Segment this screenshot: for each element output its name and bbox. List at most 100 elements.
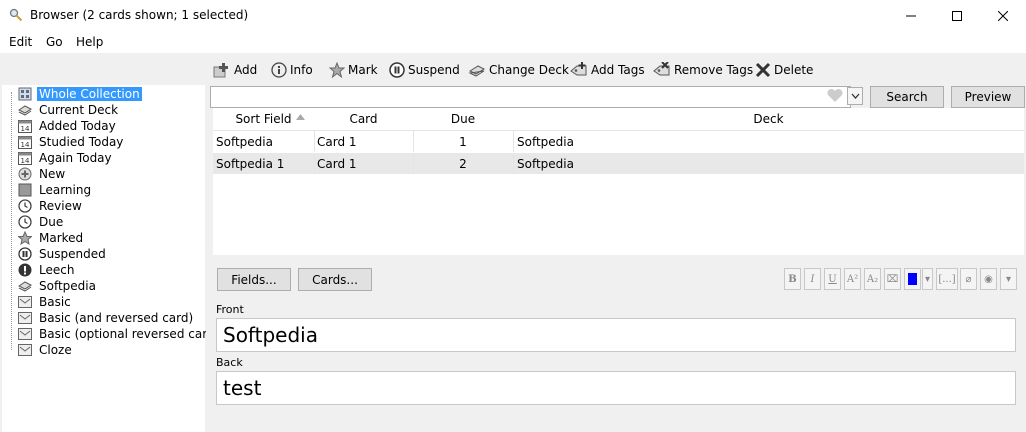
sidebar-item[interactable]: Review xyxy=(18,198,84,214)
sidebar-item[interactable]: Cloze xyxy=(18,342,74,358)
remove-tags-button[interactable]: Remove Tags xyxy=(653,61,753,79)
star-icon xyxy=(329,62,345,78)
close-button[interactable] xyxy=(980,0,1026,31)
sidebar-item[interactable]: New xyxy=(18,166,67,182)
more-options-icon[interactable]: ▾ xyxy=(1000,268,1017,290)
sidebar-item-label: Whole Collection xyxy=(37,87,142,101)
cell-sort-field: Softpedia xyxy=(216,131,315,152)
underline-icon[interactable]: U xyxy=(824,268,841,290)
collection-icon xyxy=(18,87,32,101)
svg-text:14: 14 xyxy=(21,141,30,149)
learning-icon xyxy=(18,183,32,197)
text-color-icon[interactable] xyxy=(904,268,921,290)
sidebar-item-label: Studied Today xyxy=(39,135,124,149)
back-field[interactable]: test xyxy=(216,371,1016,405)
sidebar-item[interactable]: Basic (and reversed card) xyxy=(18,310,195,326)
mark-button[interactable]: Mark xyxy=(329,61,378,79)
column-header-label: Card xyxy=(349,112,378,126)
magnifier-app-icon xyxy=(9,8,23,22)
add-tags-button[interactable]: Add Tags xyxy=(570,61,645,79)
sidebar-item[interactable]: Whole Collection xyxy=(18,86,142,102)
suspend-label: Suspend xyxy=(408,63,460,77)
color-dropdown-icon[interactable]: ▾ xyxy=(922,268,933,290)
sidebar-item[interactable]: 14 Studied Today xyxy=(18,134,125,150)
table-row[interactable]: Softpedia 1 Card 1 2 Softpedia xyxy=(213,153,1024,174)
mark-label: Mark xyxy=(348,63,378,77)
pause-icon xyxy=(389,62,405,78)
preview-button[interactable]: Preview xyxy=(951,86,1025,108)
column-header-deck[interactable]: Deck xyxy=(513,108,1024,131)
maximize-button[interactable] xyxy=(934,0,980,31)
add-button[interactable]: Add xyxy=(213,61,257,79)
cell-deck: Softpedia xyxy=(517,156,574,171)
info-label: Info xyxy=(290,63,313,77)
sidebar-item[interactable]: 14 Again Today xyxy=(18,150,114,166)
table-row[interactable]: Softpedia Card 1 1 Softpedia xyxy=(213,131,1024,152)
sidebar-item[interactable]: Due xyxy=(18,214,65,230)
front-field[interactable]: Softpedia xyxy=(216,318,1016,352)
menu-bar: Edit Go Help xyxy=(0,31,1026,53)
tree-connector xyxy=(11,92,12,350)
toolbar: Add Info Mark Suspend Change Deck Add Ta… xyxy=(0,53,1026,85)
sidebar-item[interactable]: Current Deck xyxy=(18,102,120,118)
sidebar-item[interactable]: Basic (optional reversed card) xyxy=(18,326,221,342)
sidebar-item[interactable]: Leech xyxy=(18,262,76,278)
cell-due: 2 xyxy=(413,153,514,174)
svg-text:14: 14 xyxy=(21,157,30,165)
pause-icon xyxy=(18,247,32,261)
menu-go[interactable]: Go xyxy=(46,35,63,49)
cloze-icon[interactable]: [...] xyxy=(936,268,958,290)
search-history-dropdown[interactable] xyxy=(847,87,863,105)
search-input[interactable] xyxy=(210,86,851,108)
superscript-icon[interactable]: A² xyxy=(844,268,861,290)
cards-button[interactable]: Cards... xyxy=(298,268,372,291)
front-label: Front xyxy=(216,303,244,316)
deck-icon xyxy=(18,279,32,293)
card-table: Sort Field Card Due Deck Softpedia Card … xyxy=(213,108,1024,255)
menu-edit[interactable]: Edit xyxy=(9,35,32,49)
sidebar-item-label: Leech xyxy=(39,263,75,277)
delete-button[interactable]: Delete xyxy=(755,61,813,79)
suspend-button[interactable]: Suspend xyxy=(389,61,460,79)
subscript-icon[interactable]: A₂ xyxy=(864,268,881,290)
italic-icon[interactable]: I xyxy=(804,268,821,290)
remove-tags-label: Remove Tags xyxy=(674,63,754,77)
column-header-label: Sort Field xyxy=(235,112,292,126)
sidebar-item-label: Marked xyxy=(39,231,84,245)
cell-sort-field: Softpedia 1 xyxy=(216,153,315,174)
cell-card: Card 1 xyxy=(317,131,414,152)
menu-help[interactable]: Help xyxy=(76,35,103,49)
clock-icon xyxy=(18,215,32,229)
sidebar-item-label: Added Today xyxy=(39,119,116,133)
add-tags-icon xyxy=(570,62,587,76)
column-header-due[interactable]: Due xyxy=(413,108,514,131)
column-header-card[interactable]: Card xyxy=(314,108,414,131)
sidebar-item[interactable]: Basic xyxy=(18,294,73,310)
add-label: Add xyxy=(234,63,258,77)
bold-icon[interactable]: B xyxy=(784,268,801,290)
sidebar-item[interactable]: Marked xyxy=(17,230,85,246)
sidebar-item[interactable]: Softpedia xyxy=(18,278,98,294)
heart-icon[interactable] xyxy=(826,88,844,103)
search-button[interactable]: Search xyxy=(870,86,944,108)
info-button[interactable]: Info xyxy=(271,61,313,79)
sidebar-item[interactable]: Learning xyxy=(18,182,93,198)
sidebar-item[interactable]: 14 Added Today xyxy=(18,118,118,134)
plus-circle-icon xyxy=(18,167,32,181)
cell-deck: Softpedia xyxy=(517,134,574,149)
record-icon[interactable]: ◉ xyxy=(980,268,997,290)
minimize-button[interactable] xyxy=(888,0,934,31)
chevron-down-icon xyxy=(851,93,859,99)
sidebar-item-label: Cloze xyxy=(39,343,72,357)
sidebar-item-label: Again Today xyxy=(39,151,112,165)
sidebar-item[interactable]: Suspended xyxy=(18,246,108,262)
change-deck-button[interactable]: Change Deck xyxy=(468,61,569,79)
attach-icon[interactable]: ⌀ xyxy=(960,268,977,290)
fields-button[interactable]: Fields... xyxy=(217,268,291,291)
deck-icon xyxy=(468,65,486,77)
column-header-sort-field[interactable]: Sort Field xyxy=(213,108,315,131)
clear-formatting-icon[interactable]: ⌧ xyxy=(884,268,901,290)
add-icon xyxy=(213,63,228,78)
sidebar-item-label: Basic (optional reversed card) xyxy=(39,327,220,341)
calendar-icon: 14 xyxy=(18,119,32,133)
